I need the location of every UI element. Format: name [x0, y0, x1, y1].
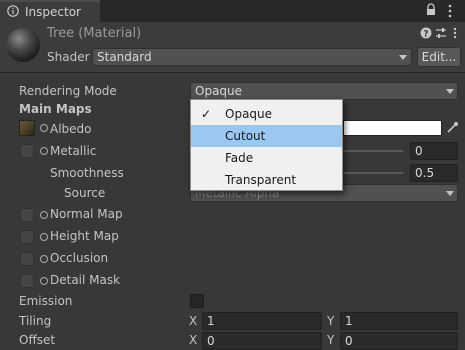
rendering-mode-menu: ✓ Opaque Cutout Fade Transparent [190, 99, 343, 191]
object-picker-icon[interactable] [40, 277, 48, 285]
tiling-x-field[interactable]: 1 [202, 312, 322, 330]
menu-item-label: Fade [225, 151, 254, 165]
menu-item-transparent[interactable]: Transparent [191, 169, 342, 191]
checkmark-icon: ✓ [201, 107, 212, 121]
eyedropper-icon[interactable] [445, 121, 459, 135]
svg-text:?: ? [423, 30, 428, 40]
tab-label: Inspector [25, 5, 81, 19]
chevron-down-icon [446, 89, 454, 94]
object-picker-icon[interactable] [40, 147, 48, 155]
chevron-down-icon [446, 191, 454, 196]
shader-value: Standard [97, 50, 152, 64]
offset-y-field[interactable]: 0 [340, 332, 458, 350]
occlusion-texture-slot[interactable] [20, 252, 34, 266]
presets-icon[interactable] [435, 27, 447, 39]
more-options-icon[interactable] [450, 27, 460, 39]
object-picker-icon[interactable] [40, 255, 48, 263]
source-label: Source [64, 186, 106, 200]
rendering-mode-label: Rendering Mode [19, 84, 117, 98]
albedo-label: Albedo [50, 122, 92, 136]
smoothness-slider-track[interactable] [343, 172, 403, 174]
menu-item-label: Opaque [225, 107, 273, 121]
edit-shader-button[interactable]: Edit... [417, 47, 461, 67]
detail-mask-texture-slot[interactable] [20, 274, 34, 288]
normal-map-label: Normal Map [50, 207, 123, 221]
chevron-down-icon [399, 55, 407, 60]
emission-label: Emission [19, 294, 73, 308]
menu-item-label: Cutout [225, 129, 266, 143]
menu-item-cutout[interactable]: Cutout [191, 125, 342, 147]
emission-checkbox[interactable] [190, 294, 204, 308]
albedo-color-field[interactable] [343, 120, 442, 136]
object-picker-icon[interactable] [40, 233, 48, 241]
albedo-texture-slot[interactable] [19, 120, 35, 136]
offset-y-label: Y [327, 333, 335, 347]
height-map-texture-slot[interactable] [20, 230, 34, 244]
detail-mask-label: Detail Mask [50, 273, 121, 287]
menu-item-opaque[interactable]: ✓ Opaque [191, 103, 342, 125]
help-icon[interactable]: ? [420, 27, 432, 39]
occlusion-label: Occlusion [50, 251, 109, 265]
info-icon [7, 5, 19, 17]
smoothness-label: Smoothness [50, 166, 124, 180]
shader-label: Shader [47, 50, 90, 64]
main-maps-heading: Main Maps [19, 102, 92, 116]
smoothness-value-field[interactable]: 0.5 [410, 164, 458, 182]
tiling-y-field[interactable]: 1 [340, 312, 458, 330]
metallic-label: Metallic [50, 144, 97, 158]
tab-bar: Inspector [0, 0, 465, 22]
rendering-mode-value: Opaque [195, 84, 243, 98]
menu-item-label: Transparent [225, 173, 297, 187]
object-picker-icon[interactable] [40, 211, 48, 219]
tiling-label: Tiling [19, 314, 52, 328]
offset-x-label: X [189, 333, 198, 347]
menu-item-fade[interactable]: Fade [191, 147, 342, 169]
tiling-y-label: Y [327, 314, 335, 328]
offset-label: Offset [19, 333, 56, 347]
material-title: Tree (Material) [47, 26, 142, 41]
normal-map-texture-slot[interactable] [20, 208, 34, 222]
tab-inspector[interactable]: Inspector [0, 0, 100, 22]
metallic-slider-track[interactable] [343, 150, 403, 152]
lock-icon[interactable] [425, 3, 437, 17]
height-map-label: Height Map [50, 229, 119, 243]
offset-x-field[interactable]: 0 [202, 332, 322, 350]
more-options-icon[interactable] [444, 4, 456, 18]
metallic-value-field[interactable]: 0 [410, 142, 458, 160]
metallic-texture-slot[interactable] [20, 144, 34, 158]
object-picker-icon[interactable] [40, 124, 48, 132]
material-preview-icon [6, 28, 40, 62]
tiling-x-label: X [189, 314, 198, 328]
